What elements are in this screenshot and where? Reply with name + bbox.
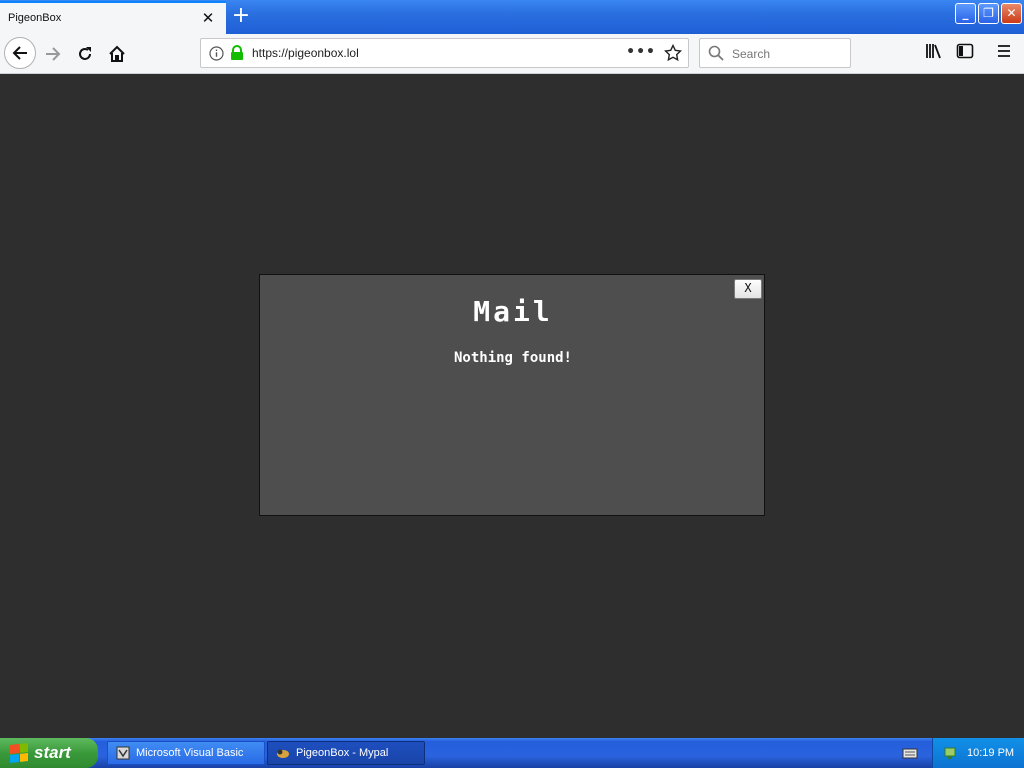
reload-button[interactable] [70,39,100,69]
search-bar[interactable]: Search [699,38,851,68]
restore-button[interactable]: ❐ [978,3,999,24]
search-placeholder[interactable]: Search [732,47,770,61]
info-icon[interactable] [209,46,224,61]
back-button[interactable] [4,37,36,69]
reload-icon [79,47,91,60]
windows-logo-icon [10,743,28,763]
lock-icon[interactable] [230,45,244,61]
library-icon[interactable] [925,42,943,60]
taskbar-item-pigeonbox[interactable]: PigeonBox - Mypal [267,741,425,765]
tab-title: PigeonBox [8,12,62,24]
close-window-button[interactable]: ✕ [1001,3,1022,24]
dialog-title: Mail [473,295,553,328]
url-bar[interactable]: https://pigeonbox.lol ••• [200,38,689,68]
mail-dialog: X Mail Nothing found! [259,274,765,516]
mypal-icon [277,749,289,758]
back-arrow-icon [12,46,27,60]
url-text[interactable]: https://pigeonbox.lol [252,46,359,60]
home-button[interactable] [102,39,132,69]
start-label: start [34,743,71,762]
vb-icon [116,746,130,760]
page-content: X Mail Nothing found! [0,75,1024,738]
keyboard-icon[interactable] [902,746,918,760]
task-label: Microsoft Visual Basic [136,747,244,759]
nav-toolbar: https://pigeonbox.lol ••• Search [0,34,1024,74]
sidebar-icon[interactable] [956,42,974,60]
clock[interactable]: 10:19 PM [967,747,1014,759]
new-tab-icon[interactable]: + [230,5,252,27]
hamburger-menu-icon[interactable] [995,42,1013,60]
system-tray: 10:19 PM [932,738,1024,768]
minimize-button[interactable]: _ [955,3,976,24]
search-icon [708,45,724,61]
bookmark-star-icon[interactable] [664,44,682,62]
forward-arrow-icon [46,47,61,61]
forward-button[interactable] [38,39,68,69]
window-controls: _ ❐ ✕ [955,3,1022,24]
taskbar: start Microsoft Visual Basic PigeonBox -… [0,738,1024,768]
home-icon [109,45,125,62]
taskbar-item-visual-basic[interactable]: Microsoft Visual Basic [107,741,265,765]
page-actions-icon[interactable]: ••• [626,44,656,60]
close-tab-icon[interactable]: ✕ [200,10,216,26]
task-label: PigeonBox - Mypal [296,747,389,759]
network-icon[interactable] [943,745,959,761]
dialog-message: Nothing found! [453,350,572,366]
tab-pigeonbox[interactable]: PigeonBox ✕ [0,1,226,34]
tab-strip: PigeonBox ✕ + _ ❐ ✕ [0,0,1024,34]
start-button[interactable]: start [0,738,98,768]
